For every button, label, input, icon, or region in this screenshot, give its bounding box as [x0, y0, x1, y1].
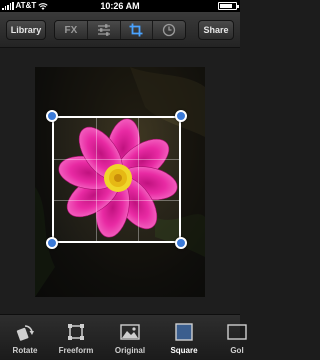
rotate-icon — [16, 325, 34, 341]
crop-handle-top-right[interactable] — [175, 110, 187, 122]
tab-crop[interactable] — [120, 21, 154, 39]
crop-grid-line — [54, 159, 179, 160]
rotate-button[interactable]: Rotate — [8, 315, 42, 360]
square-icon — [175, 323, 193, 341]
freeform-icon — [68, 324, 84, 340]
original-button[interactable]: Original — [111, 315, 149, 360]
sliders-icon — [97, 24, 110, 36]
fx-label: FX — [64, 24, 78, 36]
editing-canvas — [0, 48, 240, 314]
crop-handle-bottom-right[interactable] — [175, 237, 187, 249]
golden-ratio-icon — [227, 324, 247, 340]
clock-icon — [162, 23, 176, 37]
edit-mode-segmented-control: FX — [54, 20, 186, 40]
crop-grid-line — [54, 200, 179, 201]
crop-icon — [129, 23, 143, 37]
original-photo-icon — [120, 324, 140, 340]
freeform-label: Freeform — [58, 346, 94, 355]
share-button[interactable]: Share — [198, 20, 234, 40]
tab-adjust[interactable] — [87, 21, 121, 39]
tab-fx[interactable]: FX — [55, 21, 88, 39]
crop-frame[interactable] — [52, 116, 181, 243]
square-button[interactable]: Square — [166, 315, 202, 360]
crop-handle-top-left[interactable] — [46, 110, 58, 122]
top-toolbar: Library FX Share — [0, 12, 240, 48]
battery-icon — [218, 2, 239, 10]
clock-time: 10:26 AM — [100, 1, 140, 11]
square-label: Square — [170, 346, 198, 355]
photo-preview — [35, 67, 205, 297]
freeform-button[interactable]: Freeform — [56, 315, 96, 360]
crop-grid-line — [138, 118, 139, 241]
status-bar: AT&T 10:26 AM — [0, 0, 240, 12]
crop-grid-line — [96, 118, 97, 241]
crop-options-bar: Rotate Freeform Original Square Gol — [0, 314, 247, 360]
library-button[interactable]: Library — [6, 20, 46, 40]
tab-history[interactable] — [153, 21, 185, 39]
original-label: Original — [114, 346, 146, 355]
golden-button[interactable]: Gol — [222, 315, 252, 360]
rotate-label: Rotate — [12, 346, 38, 355]
crop-handle-bottom-left[interactable] — [46, 237, 58, 249]
golden-label: Gol — [230, 346, 244, 355]
